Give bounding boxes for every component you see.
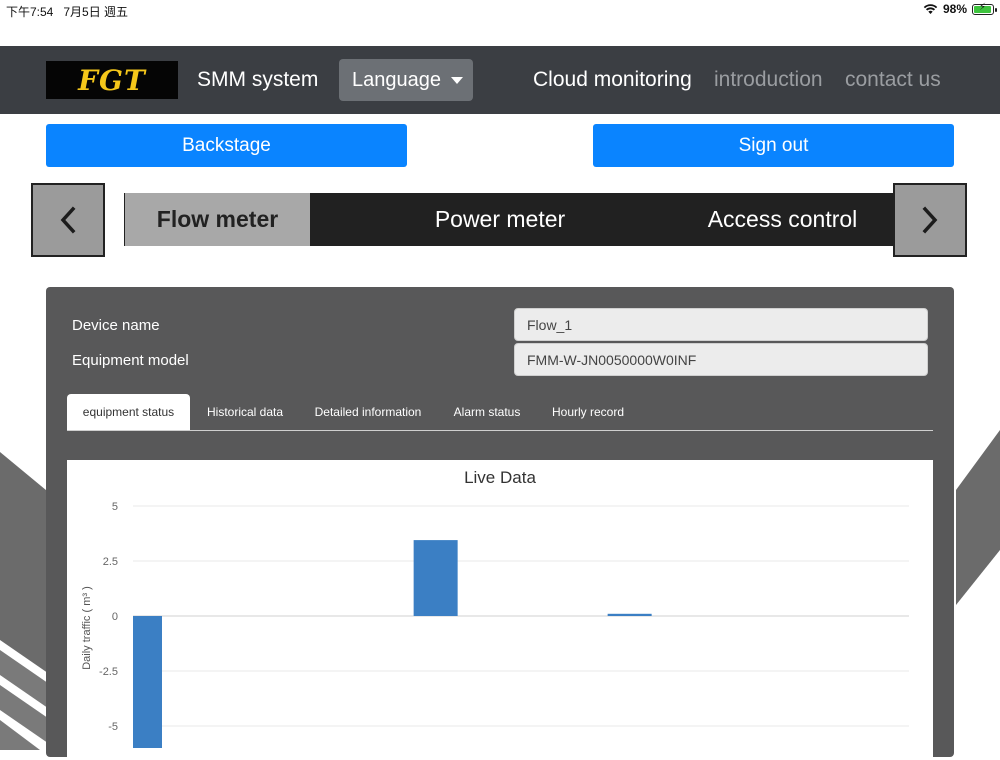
equipment-model-field[interactable]: FMM-W-JN0050000W0INF [514, 343, 928, 376]
y-tick-label: -5 [108, 721, 118, 733]
equipment-model-label: Equipment model [72, 352, 189, 369]
nav-contact-us[interactable]: contact us [845, 68, 941, 92]
backstage-button[interactable]: Backstage [46, 124, 407, 167]
carousel-next-button[interactable] [893, 183, 967, 257]
equipment-model-value: FMM-W-JN0050000W0INF [527, 351, 697, 368]
y-tick-label: -2.5 [99, 666, 118, 678]
tab-alarm-status[interactable]: Alarm status [443, 394, 531, 430]
caret-down-icon [450, 76, 463, 84]
chevron-right-icon [922, 206, 938, 234]
chart-bar[interactable] [413, 540, 458, 616]
sub-tabs-divider [67, 430, 933, 431]
tab-equipment-status[interactable]: equipment status [67, 394, 190, 430]
brand-name[interactable]: SMM system [197, 68, 318, 92]
charging-icon: ⚡ [979, 1, 987, 13]
battery-percent: 98% [942, 2, 967, 16]
sign-out-button[interactable]: Sign out [593, 124, 954, 167]
status-time: 下午7:54 7月5日 週五 [6, 5, 129, 19]
chart-title: Live Data [464, 468, 536, 487]
nav-cloud-monitoring[interactable]: Cloud monitoring [533, 68, 692, 92]
carousel-prev-button[interactable] [31, 183, 105, 257]
tab-flow-meter[interactable]: Flow meter [125, 193, 310, 246]
device-name-value: Flow_1 [527, 316, 573, 333]
y-tick-label: 0 [112, 611, 118, 623]
status-right: 98% ⚡ [923, 1, 997, 16]
y-tick-label: 2.5 [103, 556, 118, 568]
tab-hourly-record[interactable]: Hourly record [542, 394, 634, 430]
language-label: Language [352, 68, 441, 91]
tab-power-meter[interactable]: Power meter [410, 193, 590, 246]
chart-bar[interactable] [607, 613, 652, 616]
live-data-chart: Live Data Daily traffic ( m³ ) 5 2.5 0 -2.5… [67, 460, 933, 760]
navbar: FGT SMM system Language Cloud monitoring… [0, 46, 1000, 114]
right-side-card [956, 430, 1000, 605]
nav-introduction[interactable]: introduction [714, 68, 823, 92]
status-date: 7月5日 週五 [63, 5, 129, 19]
y-axis-label: Daily traffic ( m³ ) [81, 586, 93, 670]
status-bar: 下午7:54 7月5日 週五 98% ⚡ [0, 0, 1000, 20]
device-name-label: Device name [72, 317, 160, 334]
tab-access-control[interactable]: Access control [690, 193, 875, 246]
battery-icon: ⚡ [972, 1, 997, 15]
tab-detailed-information[interactable]: Detailed information [304, 394, 432, 430]
chart-canvas: Live Data Daily traffic ( m³ ) 5 2.5 0 -2.5… [81, 468, 909, 748]
y-tick-label: 5 [112, 501, 118, 513]
chevron-left-icon [60, 206, 76, 234]
brand-logo[interactable]: FGT [46, 61, 178, 99]
tab-historical-data[interactable]: Historical data [195, 394, 295, 430]
language-dropdown-button[interactable]: Language [339, 59, 473, 101]
device-name-field[interactable]: Flow_1 [514, 308, 928, 341]
wifi-icon [923, 4, 938, 14]
chart-bar[interactable] [133, 616, 162, 748]
